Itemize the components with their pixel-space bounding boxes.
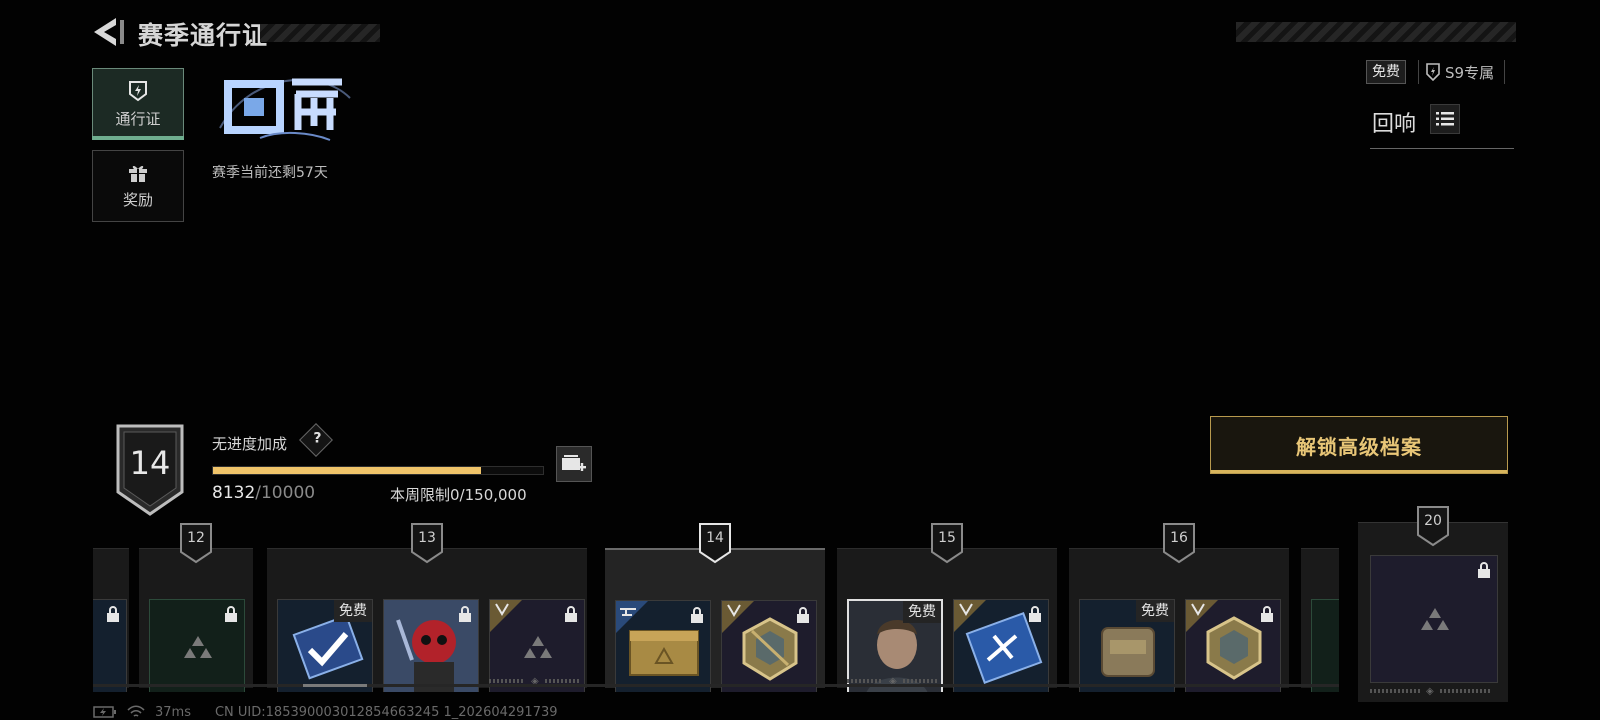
weekly-value: 0/150,000 [450, 486, 527, 504]
reward-item[interactable] [1311, 599, 1339, 692]
weekly-limit-text: 本周限制0/150,000 [390, 484, 527, 505]
page-title: 赛季通行证 [138, 21, 269, 50]
xp-progress-bar [212, 466, 544, 475]
xp-max: /10000 [255, 483, 316, 503]
reward-item[interactable] [1185, 599, 1281, 692]
season-name: 回响 [1372, 112, 1417, 137]
reward-group-partial [93, 548, 129, 692]
tab-rewards-label: 奖励 [122, 190, 153, 209]
lock-icon [797, 607, 809, 623]
lock-icon [107, 606, 119, 622]
level-number: 14 [129, 444, 171, 482]
battery-icon [93, 706, 116, 718]
reward-group-level-15: 免费 ◈ [837, 548, 1057, 692]
level-badge: 14 [114, 422, 186, 518]
level-marker-12: 12 [179, 522, 213, 564]
lock-icon [1478, 562, 1490, 578]
reward-group-level-13: 免费 ◈ [267, 548, 587, 692]
unlock-premium-button[interactable]: 解锁高级档案 [1210, 416, 1508, 474]
lock-icon [225, 606, 237, 622]
free-tag: 免费 [334, 600, 372, 622]
season-logo [210, 68, 360, 148]
ping-text: 37ms [155, 704, 191, 720]
uid-text: CN UID:185390003012854663245 1_202604291… [214, 704, 558, 720]
bonus-label: 无进度加成 [212, 435, 288, 453]
reward-item[interactable]: 免费 [277, 599, 373, 692]
gift-icon [129, 165, 147, 182]
help-icon: ? [313, 430, 322, 447]
mode-free-tab[interactable]: 免费 [1366, 60, 1406, 84]
reward-group-level-14 [605, 548, 825, 692]
mode-s9-tab[interactable]: S9专属 [1418, 60, 1506, 84]
tab-rewards[interactable]: 奖励 [92, 150, 184, 222]
premium-emblem-icon [722, 601, 754, 633]
level-marker-14: 14 [698, 522, 732, 564]
divider [1370, 148, 1514, 149]
level-marker-number: 15 [938, 530, 956, 546]
lock-icon [1029, 606, 1041, 622]
mode-s9-label: S9专属 [1445, 63, 1495, 82]
xp-text: 8132/10000 [212, 483, 315, 503]
reward-group-partial [1301, 548, 1339, 692]
free-tag: 免费 [903, 601, 941, 623]
reward-group-level-12 [139, 548, 253, 692]
reward-track[interactable]: 12 免费 ◈ 13 14 免费 ◈ 15 免费 16 [93, 522, 1339, 692]
premium-emblem-icon [1186, 600, 1218, 632]
reward-item[interactable] [721, 600, 817, 692]
shield-icon [1426, 63, 1440, 81]
premium-indicator: ◈ [1370, 686, 1490, 697]
weekly-label: 本周限制 [390, 486, 451, 504]
level-marker-15: 15 [930, 522, 964, 564]
reward-group-level-16: 免费 [1069, 548, 1289, 692]
add-xp-button[interactable] [556, 446, 592, 482]
reward-item[interactable] [383, 599, 479, 692]
xp-progress-fill [213, 467, 482, 474]
list-button[interactable] [1430, 104, 1460, 134]
season-remaining-text: 赛季当前还剩57天 [212, 165, 328, 181]
wifi-icon [127, 705, 145, 717]
back-arrow-icon [94, 18, 124, 46]
level-marker-number: 20 [1424, 513, 1442, 529]
track-scrollbar[interactable] [93, 684, 1339, 687]
lock-icon [1261, 606, 1273, 622]
help-button[interactable]: ? [299, 423, 333, 457]
reward-item[interactable]: 免费 [1079, 599, 1175, 692]
pass-icon [129, 80, 147, 101]
reward-item[interactable] [149, 599, 245, 692]
tab-pass[interactable]: 通行证 [92, 68, 184, 140]
reward-item[interactable] [615, 600, 711, 692]
helicopter-badge-icon [616, 601, 648, 633]
title-decoration [260, 24, 380, 42]
reward-item[interactable] [953, 599, 1049, 692]
lock-icon [459, 606, 471, 622]
free-tag: 免费 [1136, 600, 1174, 622]
reward-item[interactable] [1370, 555, 1498, 683]
xp-card-add-icon [562, 455, 586, 471]
back-button[interactable] [88, 14, 128, 50]
header-decoration [1236, 22, 1516, 42]
track-scrollbar-thumb[interactable] [303, 684, 367, 687]
level-marker-16: 16 [1162, 522, 1196, 564]
lock-icon [565, 606, 577, 622]
level-marker-13: 13 [410, 522, 444, 564]
milestone-reward-level-20[interactable]: 20 ◈ [1358, 506, 1508, 702]
level-marker-number: 13 [418, 530, 436, 546]
xp-current: 8132 [212, 483, 256, 503]
level-marker-number: 14 [706, 530, 724, 546]
list-icon [1436, 112, 1454, 126]
lock-icon [691, 607, 703, 623]
premium-emblem-icon [490, 600, 522, 632]
level-marker-number: 12 [187, 530, 205, 546]
premium-emblem-icon [954, 600, 986, 632]
status-bar: 37ms CN UID:185390003012854663245 1_2026… [93, 704, 558, 720]
tab-pass-label: 通行证 [115, 109, 161, 128]
reward-item[interactable] [93, 599, 127, 692]
level-marker-20: 20 [1416, 505, 1450, 547]
level-marker-number: 16 [1170, 530, 1188, 546]
